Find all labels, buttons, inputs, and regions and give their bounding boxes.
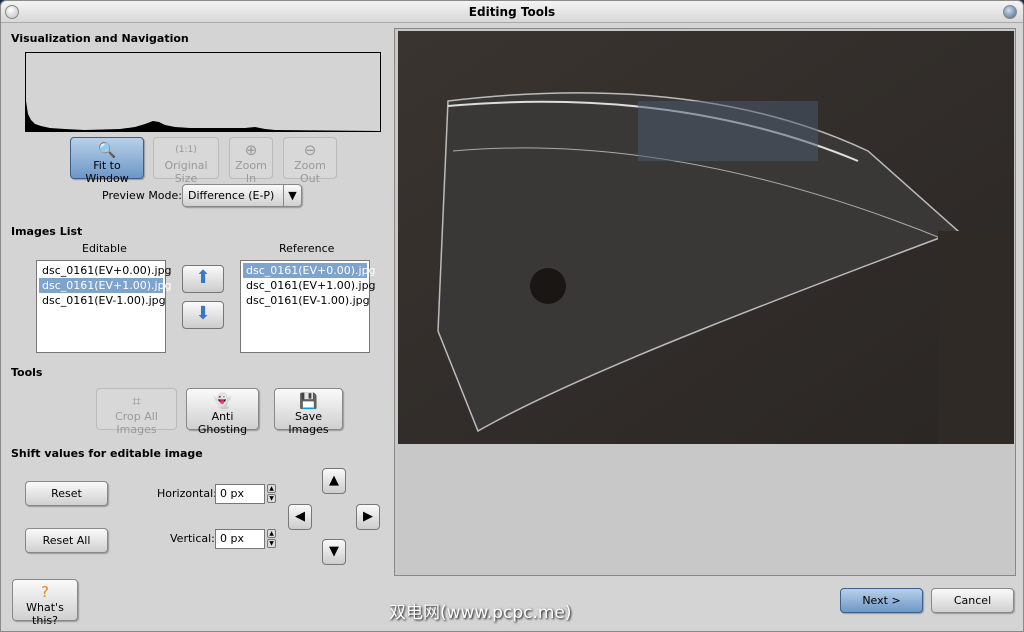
- zoom-out-icon: ⊖: [303, 141, 317, 159]
- vertical-down-icon[interactable]: ▼: [267, 539, 276, 548]
- histogram: [25, 52, 381, 132]
- vertical-label: Vertical:: [170, 532, 215, 545]
- cancel-button[interactable]: Cancel: [931, 588, 1014, 613]
- list-item[interactable]: dsc_0161(EV-1.00).jpg: [39, 293, 166, 308]
- shift-down-button[interactable]: ▼: [322, 539, 346, 565]
- preview-mode-value: Difference (E-P): [188, 189, 275, 202]
- triangle-down-icon: ▼: [329, 544, 339, 559]
- visualization-heading: Visualization and Navigation: [11, 32, 189, 45]
- shift-heading: Shift values for editable image: [11, 447, 203, 460]
- original-label: Original Size: [164, 159, 208, 185]
- editing-tools-window: Editing Tools Visualization and Navigati…: [0, 0, 1024, 632]
- anti-ghosting-label: Anti Ghosting: [197, 410, 248, 436]
- original-size-button[interactable]: (1:1) Original Size: [153, 137, 219, 185]
- vertical-up-icon[interactable]: ▲: [267, 529, 276, 538]
- whats-this-label: What's this?: [26, 601, 64, 627]
- horizontal-input[interactable]: 0 px: [215, 484, 265, 504]
- crop-icon: ⌗: [132, 392, 141, 410]
- crop-all-images-button[interactable]: ⌗ Crop All Images: [96, 388, 177, 436]
- close-button[interactable]: [1003, 5, 1017, 19]
- preview-mode-select[interactable]: Difference (E-P) ▼: [182, 184, 302, 207]
- help-pointer-icon: ?: [41, 583, 49, 601]
- save-label: Save Images: [288, 410, 329, 436]
- chevron-down-icon: ▼: [283, 185, 301, 206]
- triangle-right-icon: ▶: [363, 509, 373, 524]
- vertical-input[interactable]: 0 px: [215, 529, 265, 549]
- zoom-out-label: Zoom Out: [294, 159, 326, 185]
- move-down-button[interactable]: ⬇: [182, 301, 224, 329]
- shift-up-button[interactable]: ▲: [322, 468, 346, 494]
- anti-ghosting-button[interactable]: 👻 Anti Ghosting: [186, 388, 259, 436]
- move-up-button[interactable]: ⬆: [182, 265, 224, 293]
- reference-list[interactable]: dsc_0161(EV+0.00).jpg dsc_0161(EV+1.00).…: [240, 260, 376, 353]
- list-item[interactable]: dsc_0161(EV+0.00).jpg: [243, 263, 376, 278]
- zoom-in-label: Zoom In: [235, 159, 267, 185]
- horizontal-up-icon[interactable]: ▲: [267, 484, 276, 493]
- window-title: Editing Tools: [468, 5, 556, 19]
- fit-label: Fit to Window: [85, 159, 129, 185]
- watermark: 双电网(www.pcpc.me): [389, 603, 572, 623]
- list-item[interactable]: dsc_0161(EV+0.00).jpg: [39, 263, 172, 278]
- arrow-down-icon: ⬇: [195, 303, 211, 324]
- horizontal-down-icon[interactable]: ▼: [267, 494, 276, 503]
- save-images-button[interactable]: 💾 Save Images: [274, 388, 343, 436]
- reset-all-button[interactable]: Reset All: [25, 528, 108, 553]
- reference-label: Reference: [279, 242, 335, 255]
- whats-this-button[interactable]: ? What's this?: [12, 579, 78, 627]
- zoom-in-icon: ⊕: [244, 141, 258, 159]
- preview-image[interactable]: [398, 31, 1014, 444]
- window-menu-button[interactable]: [5, 5, 19, 19]
- images-list-heading: Images List: [11, 225, 83, 238]
- zoom-1-1-icon: (1:1): [175, 145, 197, 155]
- horizontal-label: Horizontal:: [157, 487, 217, 500]
- tools-heading: Tools: [11, 366, 43, 379]
- list-item[interactable]: dsc_0161(EV+1.00).jpg: [243, 278, 376, 293]
- preview-mode-label: Preview Mode:: [102, 189, 182, 202]
- editable-list[interactable]: dsc_0161(EV+0.00).jpg dsc_0161(EV+1.00).…: [36, 260, 172, 353]
- zoom-out-button[interactable]: ⊖ Zoom Out: [283, 137, 337, 185]
- list-item[interactable]: dsc_0161(EV+1.00).jpg: [39, 278, 172, 293]
- triangle-up-icon: ▲: [329, 473, 339, 488]
- fit-to-window-button[interactable]: 🔍 Fit to Window: [70, 137, 144, 185]
- shift-left-button[interactable]: ◀: [288, 504, 312, 530]
- arrow-up-icon: ⬆: [195, 267, 211, 288]
- floppy-disk-icon: 💾: [299, 392, 318, 410]
- next-button[interactable]: Next >: [840, 588, 923, 613]
- title-bar: Editing Tools: [1, 1, 1023, 23]
- zoom-in-button[interactable]: ⊕ Zoom In: [229, 137, 273, 185]
- ghost-icon: 👻: [213, 392, 232, 410]
- reset-button[interactable]: Reset: [25, 481, 108, 506]
- triangle-left-icon: ◀: [295, 509, 305, 524]
- list-item[interactable]: dsc_0161(EV-1.00).jpg: [243, 293, 370, 308]
- editable-label: Editable: [82, 242, 127, 255]
- shift-right-button[interactable]: ▶: [356, 504, 380, 530]
- preview-panel: [394, 28, 1016, 576]
- magnifier-icon: 🔍: [97, 141, 117, 159]
- crop-label: Crop All Images: [115, 410, 158, 436]
